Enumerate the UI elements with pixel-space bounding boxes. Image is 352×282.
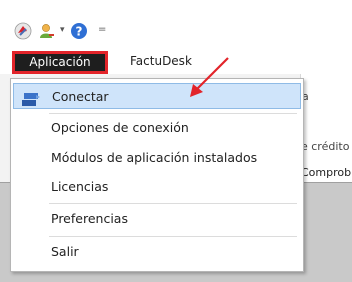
annotation-arrow-icon — [190, 57, 229, 97]
